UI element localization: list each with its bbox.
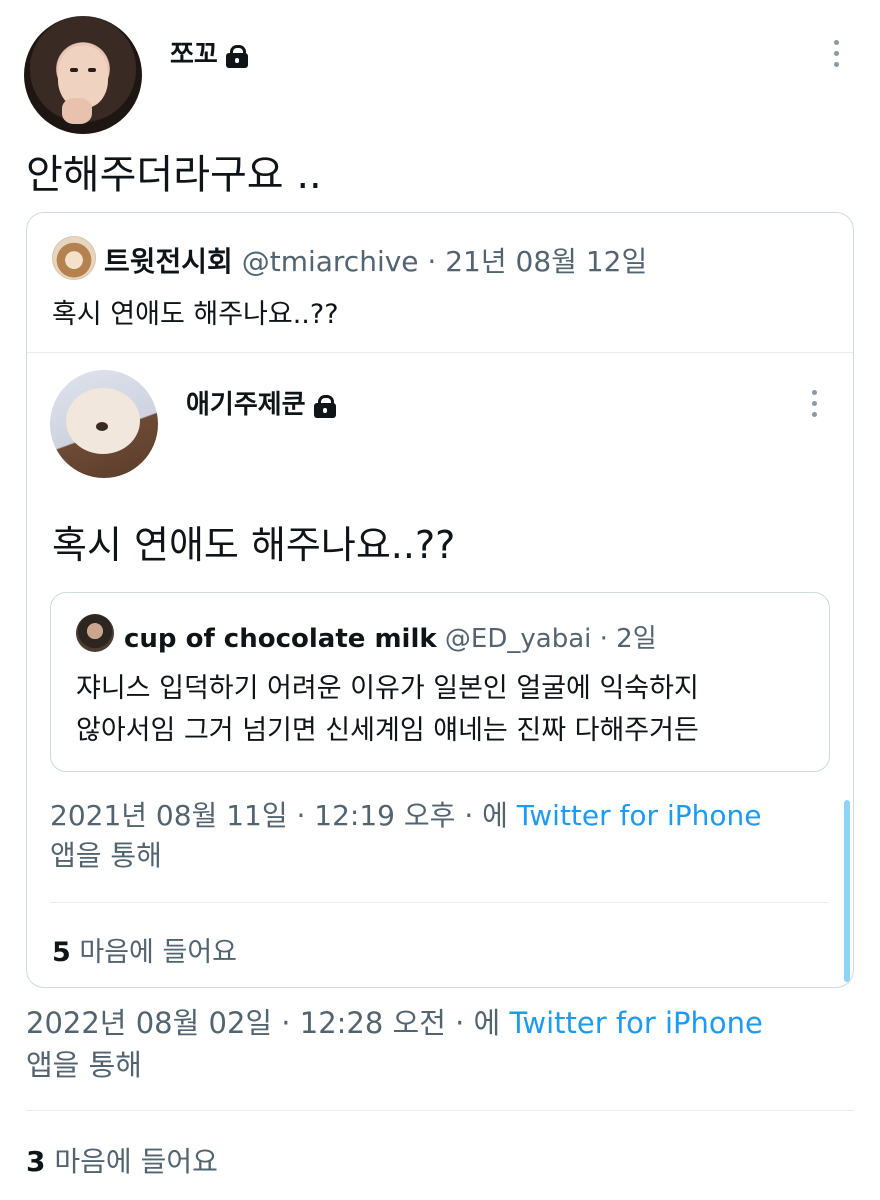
inner-author-name: 애기주제쿤 [186,390,306,420]
via-suffix: 앱을 통해 [26,1048,142,1082]
author-avatar[interactable] [24,16,142,134]
quote-text: 혹시 연애도 해주나요..?? [52,299,339,330]
likes-count: 3 [26,1145,46,1178]
source-link[interactable]: Twitter for iPhone [509,1006,762,1040]
more-options-icon[interactable] [834,40,842,73]
inner-author-avatar [50,370,158,478]
inner-source-link: Twitter for iPhone [516,799,762,832]
quote-date: 21년 08월 12일 [445,245,648,278]
avatar-eye [88,68,96,72]
inner-likes-label: 마음에 들어요 [70,937,238,968]
nested-quote-date: 2일 [616,624,657,654]
likes-label: 마음에 들어요 [45,1145,218,1178]
nested-quote-avatar [76,614,114,652]
inner-meta-divider [50,902,828,903]
tweet-timestamp[interactable]: 2022년 08월 02일 · 12:28 오전 [26,1006,446,1040]
via-prefix: · 에 [455,799,517,832]
separator: · [591,624,617,654]
separator: · [418,245,446,278]
nested-quote-line: 않아서임 그거 넘기면 신세계임 얘네는 진짜 다해주거든 [76,715,699,746]
avatar-eye [70,68,78,72]
quote-header: 트윗전시회 @tmiarchive · 21년 08월 12일 [104,240,647,280]
avatar-dog-nose [96,422,108,431]
avatar-dog [66,388,140,454]
inner-likes: 5 마음에 들어요 [52,930,237,969]
lock-icon [225,45,248,68]
quote-handle: @tmiarchive [241,245,419,278]
nested-quote-author-name: cup of chocolate milk [124,624,437,654]
via-prefix: · 에 [445,1006,510,1040]
quote-author-avatar [52,236,96,280]
quote-divider [27,352,853,353]
inner-timestamp-line: 2021년 08월 11일 · 12:19 오후 · 에 Twitter for… [50,796,840,876]
tweet-text: 안해주더라구요 .. [26,152,322,198]
timestamp-line: 2022년 08월 02일 · 12:28 오전 · 에 Twitter for… [26,1002,856,1086]
inner-timestamp: 2021년 08월 11일 · 12:19 오후 [50,799,456,832]
scrollbar [844,800,850,982]
likes-link[interactable]: 3 마음에 들어요 [26,1140,218,1180]
avatar-hand [62,98,92,124]
lock-icon [313,395,336,418]
inner-tweet-text: 혹시 연애도 해주나요..?? [52,523,456,567]
nested-quote-handle: @ED_yabai [444,624,592,654]
author-name-row[interactable]: 쪼꼬 [170,34,248,71]
inner-likes-count: 5 [52,937,71,968]
via-suffix: 앱을 통해 [50,839,162,872]
nested-quote-header: cup of chocolate milk @ED_yabai · 2일 [124,618,657,655]
inner-author-name-row: 애기주제쿤 [186,384,336,421]
nested-quote-text: 쟈니스 입덕하기 어려운 이유가 일본인 얼굴에 익숙하지 않아서임 그거 넘기… [76,668,816,752]
quote-author-name: 트윗전시회 [104,245,233,278]
author-name[interactable]: 쪼꼬 [170,40,218,70]
meta-divider [26,1110,854,1111]
nested-quote-line: 쟈니스 입덕하기 어려운 이유가 일본인 얼굴에 익숙하지 [76,673,699,704]
inner-more-options-icon [812,390,820,423]
